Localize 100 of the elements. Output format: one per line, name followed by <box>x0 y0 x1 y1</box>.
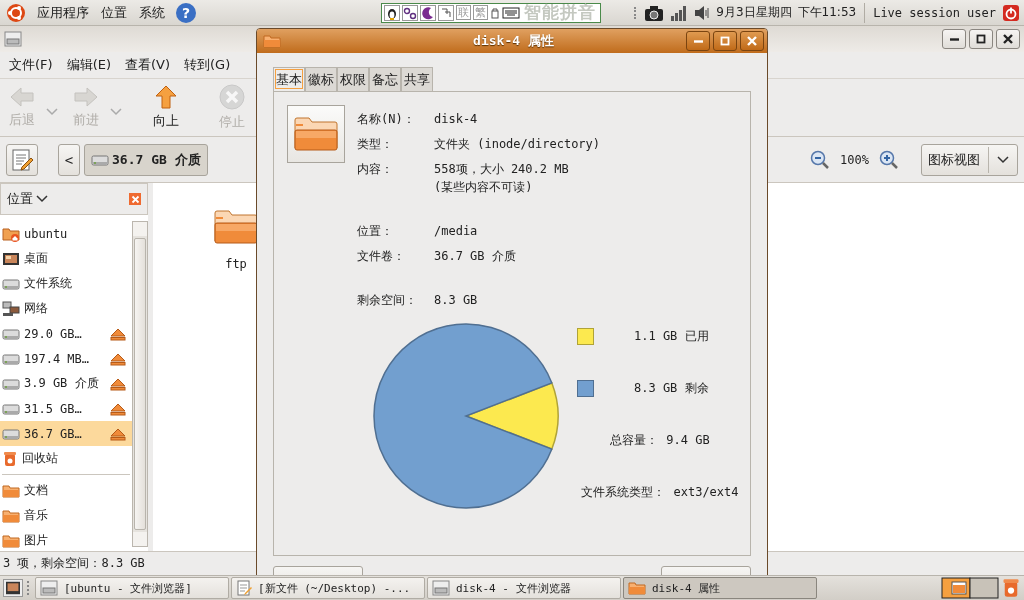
legend-label: 1.1 GB 已用 <box>634 327 709 345</box>
taskbar-button[interactable]: disk-4 - 文件浏览器 <box>427 577 621 599</box>
menu-item[interactable]: 转到(G) <box>179 54 236 76</box>
field-value: 文件夹 (inode/directory) <box>434 136 601 153</box>
eject-icon[interactable] <box>110 376 126 391</box>
minimize-icon <box>693 39 703 43</box>
zoom-in-icon[interactable] <box>879 149 899 170</box>
eject-icon[interactable] <box>110 326 126 341</box>
maximize-icon <box>719 35 731 47</box>
sidebar-item[interactable]: 3.9 GB 介质 <box>0 371 132 396</box>
scrollbar[interactable] <box>132 221 148 547</box>
sidebar-item[interactable]: 图片 <box>0 528 132 551</box>
window-icon <box>432 580 450 596</box>
field-label: 位置： <box>357 223 394 240</box>
field-label: 类型： <box>357 136 394 153</box>
back-arrow-icon <box>9 86 35 108</box>
help-button[interactable]: ? <box>176 2 196 23</box>
eject-icon[interactable] <box>110 426 126 441</box>
tab[interactable]: 徽标 <box>305 67 337 91</box>
field-value: 8.3 GB <box>434 292 479 309</box>
maximize-button[interactable] <box>969 29 993 49</box>
eject-icon[interactable] <box>110 401 126 416</box>
keyboard-icon[interactable] <box>502 6 520 19</box>
desktop-icon <box>2 250 20 267</box>
minimize-button[interactable] <box>686 31 710 51</box>
sidebar-selector[interactable]: 位置 <box>7 190 48 208</box>
field-value: 36.7 GB 介质 <box>434 248 517 265</box>
tab[interactable]: 基本 <box>273 67 305 91</box>
maximize-button[interactable] <box>713 31 737 51</box>
summary-value: ext3/ext4 <box>673 485 739 499</box>
zoom-level: 100% <box>840 152 869 167</box>
caret-icon <box>36 195 48 203</box>
sidebar-item[interactable]: 31.5 GB… <box>0 396 132 421</box>
sidebar-item[interactable]: 网络 <box>0 296 132 321</box>
close-icon <box>1002 33 1014 45</box>
volume-icon[interactable] <box>694 4 711 21</box>
folder-icon <box>2 508 20 523</box>
path-button[interactable]: 36.7 GB 介质 <box>84 143 208 176</box>
drive-icon <box>2 401 20 416</box>
file-name[interactable]: ftp <box>225 257 247 271</box>
stop-icon <box>219 84 245 110</box>
menu-item[interactable]: 查看(V) <box>120 54 176 76</box>
minimize-button[interactable] <box>942 29 966 49</box>
taskbar-button[interactable]: disk-4 属性 <box>623 577 817 599</box>
penguin-icon[interactable] <box>384 4 400 21</box>
symbol-icon[interactable] <box>402 4 418 21</box>
sidebar-item[interactable]: 文件系统 <box>0 271 132 296</box>
workspace-switcher-icon[interactable] <box>941 577 999 599</box>
moon-icon[interactable] <box>420 4 436 21</box>
path-back-button[interactable]: < <box>58 143 80 176</box>
panel-date[interactable]: 9月3日星期四 <box>716 4 792 21</box>
punctuation-icon[interactable] <box>438 4 454 21</box>
sidebar-item[interactable]: ubuntu <box>0 221 132 246</box>
network-icon <box>2 300 20 317</box>
edit-location-button[interactable] <box>6 143 38 176</box>
drive-icon <box>2 426 20 441</box>
trash-icon[interactable] <box>1001 578 1021 598</box>
menu-item[interactable]: 文件(F) <box>4 54 58 76</box>
field-value: disk-4 <box>434 111 479 128</box>
sidebar-item[interactable]: 回收站 <box>0 446 132 471</box>
view-mode-dropdown[interactable]: 图标视图 <box>921 143 1018 176</box>
folder-icon <box>293 116 339 152</box>
show-desktop-button[interactable] <box>3 579 23 597</box>
maximize-icon <box>975 33 987 45</box>
taskbar-button[interactable]: [ubuntu - 文件浏览器] <box>35 577 229 599</box>
tab[interactable]: 共享 <box>401 67 433 91</box>
folder-icon <box>628 581 646 595</box>
eject-icon[interactable] <box>110 351 126 366</box>
zoom-out-icon[interactable] <box>810 149 831 170</box>
sidebar-item[interactable]: 音乐 <box>0 503 132 528</box>
field-note: (某些内容不可读) <box>434 179 534 196</box>
field-label: 剩余空间： <box>357 292 418 309</box>
notepad-pencil-icon <box>10 147 34 172</box>
sidebar-item[interactable]: 36.7 GB… <box>0 421 132 446</box>
lock-icon[interactable] <box>490 5 500 20</box>
legend-label: 8.3 GB 剩余 <box>634 379 709 397</box>
panel-menu[interactable]: 系统 <box>138 3 166 22</box>
sidebar-item[interactable]: 29.0 GB… <box>0 321 132 346</box>
session-user[interactable]: Live session user <box>873 5 996 20</box>
sidebar-item[interactable]: 桌面 <box>0 246 132 271</box>
toolbar-button[interactable]: 向上 <box>144 85 188 130</box>
sidebar-item[interactable]: 文档 <box>0 478 132 503</box>
tab[interactable]: 备忘 <box>369 67 401 91</box>
tab[interactable]: 权限 <box>337 67 369 91</box>
window-icon <box>40 580 58 596</box>
panel-menu[interactable]: 应用程序 <box>36 3 90 22</box>
taskbar-button[interactable]: [新文件 (~/Desktop) -... <box>231 577 425 599</box>
signal-bars-icon[interactable] <box>670 3 689 22</box>
window-icon <box>4 31 22 47</box>
folder-icon-button[interactable] <box>287 105 345 163</box>
folder-icon <box>263 34 281 48</box>
desktop-icon <box>5 581 21 595</box>
panel-time[interactable]: 下午11:53 <box>797 4 857 21</box>
sidebar-item[interactable]: 197.4 MB… <box>0 346 132 371</box>
drive-icon <box>91 152 109 167</box>
drive-icon <box>2 326 20 341</box>
menu-item[interactable]: 编辑(E) <box>61 54 116 76</box>
field-value: /media <box>434 223 479 240</box>
panel-menu[interactable]: 位置 <box>100 3 128 22</box>
power-icon[interactable] <box>1002 3 1020 22</box>
